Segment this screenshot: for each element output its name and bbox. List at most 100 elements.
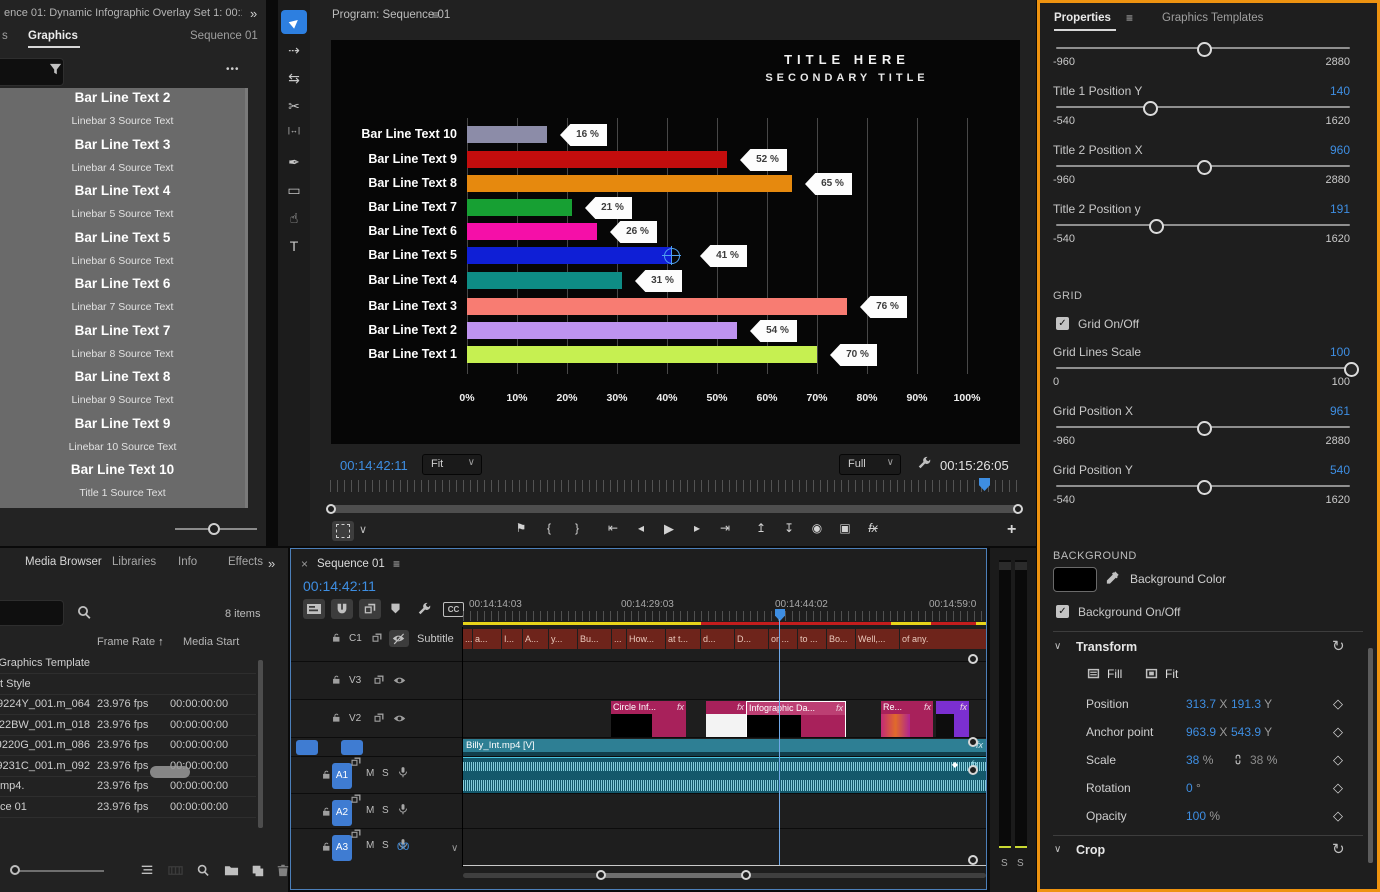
selection-anchor-crosshair-icon[interactable] (664, 248, 680, 264)
track-output-toggle[interactable] (389, 630, 409, 647)
subtitle-clip[interactable]: of any. (900, 629, 986, 649)
track-target-v1[interactable] (341, 740, 363, 755)
fit-icon[interactable] (1144, 666, 1159, 681)
chevron-down-icon[interactable]: ∨ (1054, 641, 1061, 652)
reset-icon[interactable]: ↺ (1332, 840, 1345, 858)
lock-icon[interactable] (321, 806, 332, 817)
playback-resolution-select[interactable]: Full ∨ (839, 454, 901, 475)
chart-bar[interactable] (467, 223, 597, 240)
solo-button[interactable]: S (382, 768, 389, 779)
tab-media-browser[interactable]: Media Browser (25, 556, 102, 568)
chart-bar[interactable] (467, 272, 622, 289)
table-row[interactable]: 092_09231C_001.m23.976 fps00:00:00:00 (0, 757, 256, 777)
media-list-scrollbar[interactable] (258, 660, 263, 828)
tab-libraries[interactable]: Libraries (112, 556, 156, 568)
timeline-tab-label[interactable]: Sequence 01 (317, 558, 385, 570)
transform-section-heading[interactable]: Transform (1076, 640, 1137, 654)
solo-left-button[interactable]: S (1001, 858, 1008, 869)
graphics-layer-item[interactable]: Bar Line Text 5 (0, 230, 245, 245)
graphics-layer-item[interactable]: Bar Line Text 8 (0, 369, 245, 384)
track-resize-handle[interactable] (968, 855, 978, 865)
type-tool[interactable]: T (278, 238, 310, 254)
value-y[interactable]: 38 % (1250, 753, 1277, 767)
trash-icon[interactable] (276, 863, 290, 877)
timeline-clip[interactable]: Circle Inf...fx (611, 701, 686, 737)
value-x[interactable]: 100 % (1186, 809, 1220, 823)
nest-toggle-button[interactable] (303, 599, 325, 619)
slider-value[interactable]: 540 (1270, 463, 1350, 477)
value-x[interactable]: 38 % (1186, 753, 1213, 767)
value-number[interactable]: 313.7 (1186, 697, 1216, 711)
chart-bar[interactable] (467, 175, 792, 192)
value-number[interactable]: 100 (1186, 809, 1206, 823)
folder-search-icon[interactable] (76, 604, 92, 620)
value-number[interactable]: 963.9 (1186, 725, 1216, 739)
play-button[interactable]: ▶ (658, 521, 680, 537)
add-button[interactable]: + (1007, 521, 1016, 539)
pen-tool[interactable]: ✒ (278, 154, 310, 171)
fit-button[interactable]: Fit (1165, 667, 1178, 681)
grid-on-off-checkbox[interactable]: ✓ (1056, 317, 1069, 330)
new-bin-folder-icon[interactable] (224, 863, 239, 878)
audio-level-value[interactable]: 00 (397, 841, 409, 853)
slider-value[interactable]: 960 (1270, 143, 1350, 157)
fill-icon[interactable] (1086, 666, 1101, 681)
subtitle-clip[interactable]: to ... (798, 629, 826, 649)
mic-icon[interactable] (397, 766, 409, 778)
value-number[interactable]: 38 (1186, 753, 1199, 767)
keyframe-diamond-icon[interactable]: ◇ (1333, 752, 1343, 768)
subtitle-clip[interactable]: ... (463, 629, 472, 649)
chart-bar[interactable] (467, 151, 727, 168)
tab-graphics[interactable]: Graphics (28, 30, 78, 42)
panel-menu-dots[interactable]: ••• (226, 64, 240, 75)
slider-handle[interactable] (1344, 362, 1359, 377)
column-header-frame-rate[interactable]: Frame Rate ↑ (97, 636, 164, 648)
slider-value[interactable]: 140 (1270, 84, 1350, 98)
chevron-down-icon[interactable]: ∨ (451, 843, 458, 854)
panel-collapse-chevrons[interactable]: » (250, 6, 257, 21)
track-source-icon[interactable] (371, 632, 383, 644)
chart-bar[interactable] (467, 322, 737, 339)
program-panel-menu-icon[interactable]: ≡ (432, 8, 439, 22)
track-select-forward-tool[interactable]: ⇢ (278, 42, 310, 59)
find-icon[interactable] (196, 863, 210, 877)
timeline-timecode[interactable]: 00:14:42:11 (303, 578, 376, 594)
background-color-swatch[interactable] (1053, 567, 1097, 592)
graphics-layer-item[interactable]: Bar Line Text 6 (0, 276, 245, 291)
lock-icon[interactable] (331, 674, 342, 685)
rectangle-tool[interactable]: ▭ (278, 182, 310, 199)
value-number[interactable]: 543.9 (1231, 725, 1261, 739)
thumbnail-zoom-handle[interactable] (10, 865, 20, 875)
mute-button[interactable]: M (366, 840, 374, 851)
slider-track[interactable] (1056, 367, 1350, 369)
chart-bar[interactable] (467, 126, 547, 143)
graphics-source-label[interactable]: Title 1 Source Text (0, 487, 245, 499)
track-source-icon[interactable] (350, 828, 362, 840)
go-to-out-button[interactable]: ⇥ (714, 521, 736, 535)
timeline-clip[interactable]: Billy_Int.mp4 [V]fx (463, 739, 986, 757)
subtitle-clip[interactable]: Bu... (578, 629, 611, 649)
go-to-in-button[interactable]: ⇤ (602, 521, 624, 535)
mark-in-button[interactable]: { (538, 521, 560, 535)
fill-button[interactable]: Fill (1107, 667, 1122, 681)
hscroll-left-handle[interactable] (596, 870, 606, 880)
value-number[interactable]: 38 (1250, 753, 1263, 767)
keyframe-diamond-icon[interactable]: ◇ (1333, 780, 1343, 796)
table-row[interactable]: t Style (0, 675, 256, 695)
snap-toggle-button[interactable] (331, 599, 353, 619)
solo-button[interactable]: S (382, 840, 389, 851)
track-resize-handle[interactable] (968, 765, 978, 775)
slider-value[interactable]: 100 (1270, 345, 1350, 359)
value-x[interactable]: 0 ° (1186, 781, 1201, 795)
razor-tool[interactable]: ✂ (278, 98, 310, 115)
slider-handle[interactable] (1197, 42, 1212, 57)
program-timecode[interactable]: 00:14:42:11 (340, 458, 408, 473)
timeline-clip-selected[interactable]: Infographic Da...fx (746, 701, 846, 737)
chart-bar[interactable] (467, 247, 672, 264)
table-row[interactable]: 018_0922BW_001.m23.976 fps00:00:00:00 (0, 716, 256, 736)
export-frame-button[interactable]: ◉ (806, 521, 828, 535)
timeline-clip[interactable]: Re...fx (881, 701, 933, 737)
slider-track[interactable] (1056, 224, 1350, 226)
value-number[interactable]: 191.3 (1231, 697, 1261, 711)
program-video-frame[interactable]: TITLE HERESECONDARY TITLE0%10%20%30%40%5… (331, 40, 1020, 444)
